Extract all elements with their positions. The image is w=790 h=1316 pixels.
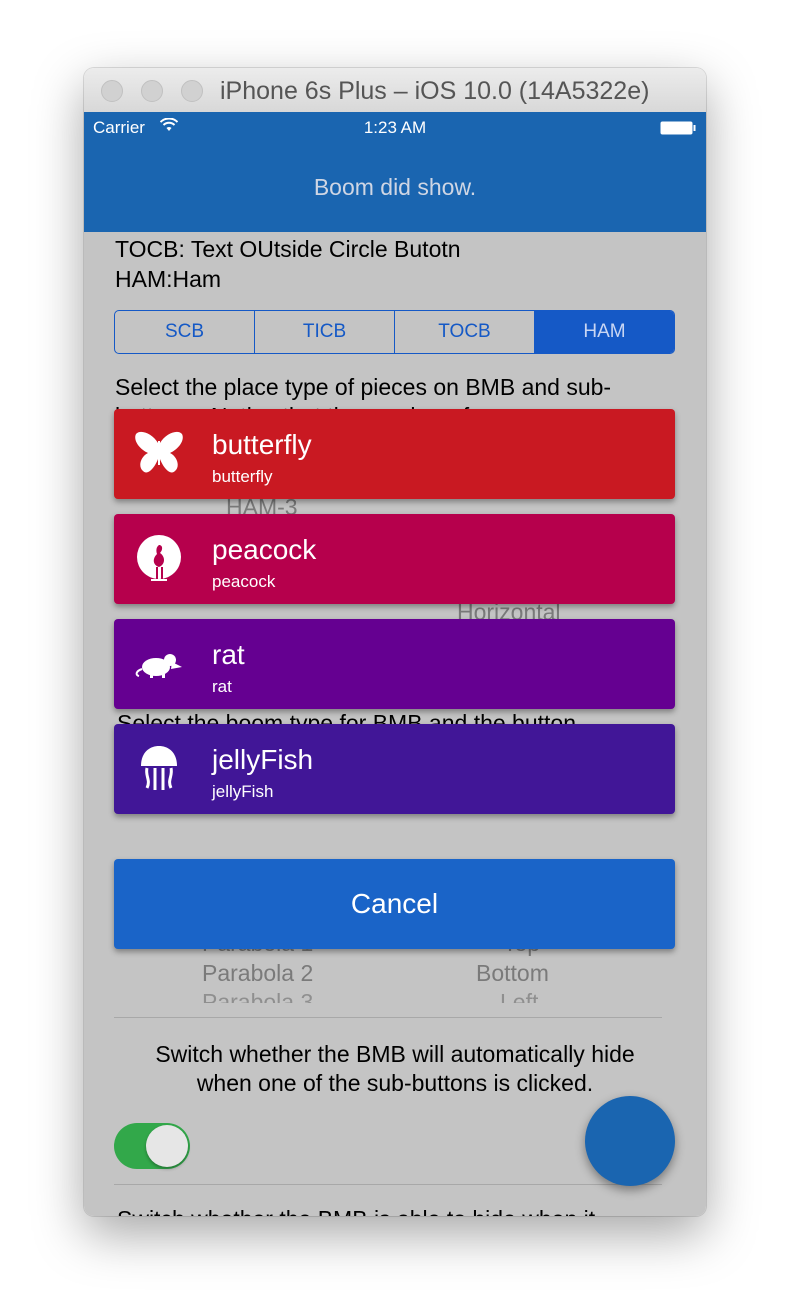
close-window-button[interactable]: [101, 80, 123, 102]
boom-item-title: butterfly: [212, 429, 312, 460]
simulator-window: iPhone 6s Plus – iOS 10.0 (14A5322e) Car…: [84, 68, 706, 1216]
battery-icon: [660, 121, 696, 140]
auto-hide-toggle[interactable]: [114, 1123, 190, 1169]
description-line-2: HAM:Ham: [115, 266, 222, 292]
navigation-bar: Carrier 1:23 AM Boom did show.: [84, 112, 706, 232]
button-type-segmented-control[interactable]: SCB TICB TOCB HAM: [114, 310, 675, 354]
place-type-instructions: Select the place type of pieces on BMB a…: [115, 374, 612, 400]
segment-ham[interactable]: HAM: [535, 311, 674, 353]
button-enum-picker-option[interactable]: Bottom: [476, 960, 549, 987]
rat-icon: [134, 639, 184, 689]
nav-title: Boom did show.: [313, 174, 477, 200]
auto-hide-instructions-1: Switch whether the BMB will automaticall…: [155, 1041, 635, 1067]
boom-menu-button[interactable]: [585, 1096, 675, 1186]
peacock-icon: [134, 534, 184, 584]
boom-item-butterfly[interactable]: butterfly butterfly: [114, 409, 675, 499]
cancel-button[interactable]: Cancel: [114, 859, 675, 949]
device-screen: Carrier 1:23 AM Boom did show. TOCB: Tex…: [84, 112, 706, 1216]
segment-ticb[interactable]: TICB: [255, 311, 395, 353]
segment-scb[interactable]: SCB: [115, 311, 255, 353]
title-bar: iPhone 6s Plus – iOS 10.0 (14A5322e): [84, 68, 706, 113]
boom-item-title: jellyFish: [212, 744, 314, 775]
auto-hide-instructions-2: when one of the sub-buttons is clicked.: [196, 1070, 594, 1096]
boom-item-title: peacock: [212, 534, 317, 565]
zoom-window-button[interactable]: [181, 80, 203, 102]
boom-item-subtitle: peacock: [212, 572, 276, 591]
description-line-1: TOCB: Text OUtside Circle Butotn: [115, 236, 461, 262]
boom-picker-option[interactable]: Parabola 2: [202, 960, 313, 987]
cannot-hide-instructions: Switch whether the BMB is able to hide w…: [117, 1206, 595, 1216]
divider: [114, 1184, 662, 1185]
boom-item-subtitle: rat: [212, 677, 232, 696]
clock: 1:23 AM: [363, 118, 427, 137]
boom-picker-option[interactable]: Parabola 3: [202, 989, 313, 1003]
boom-item-title: rat: [212, 639, 245, 670]
window-title: iPhone 6s Plus – iOS 10.0 (14A5322e): [220, 77, 650, 105]
button-enum-picker-option[interactable]: Left: [500, 989, 538, 1003]
butterfly-icon: [134, 429, 184, 479]
boom-item-peacock[interactable]: peacock peacock: [114, 514, 675, 604]
boom-item-subtitle: butterfly: [212, 467, 273, 486]
minimize-window-button[interactable]: [141, 80, 163, 102]
boom-item-rat[interactable]: rat rat: [114, 619, 675, 709]
divider: [114, 1017, 662, 1018]
boom-item-jellyfish[interactable]: jellyFish jellyFish: [114, 724, 675, 814]
boom-item-subtitle: jellyFish: [212, 782, 274, 801]
segment-tocb[interactable]: TOCB: [395, 311, 535, 353]
toggle-knob: [146, 1125, 188, 1167]
jellyfish-icon: [134, 744, 184, 794]
